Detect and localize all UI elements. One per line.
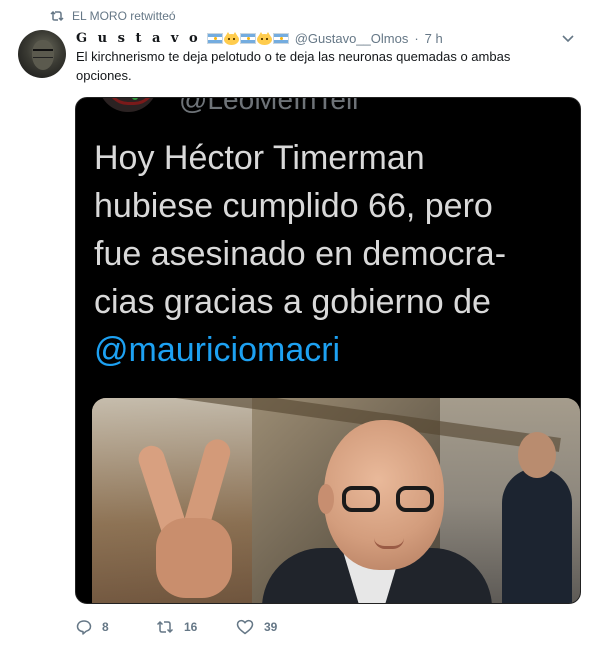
separator: ·	[414, 30, 419, 46]
tweet-timestamp[interactable]: 7 h	[425, 31, 443, 46]
retweet-button[interactable]: 16	[156, 620, 236, 634]
quote-line: cias gracias a gobierno de	[94, 283, 491, 321]
display-name[interactable]: G u s t a v o	[76, 31, 201, 46]
tweet-actions: 8 16 39	[76, 615, 277, 639]
name-emojis	[206, 31, 289, 45]
quote-line: Hoy Héctor Timerman	[94, 139, 425, 177]
quote-line: hubiese cumplido 66, pero	[94, 187, 493, 225]
embedded-handle: @LeoMeInTell	[179, 97, 359, 115]
reply-button[interactable]: 8	[76, 619, 156, 635]
tweet-media-image[interactable]: @LeoMeInTell Hoy Héctor Timerman hubiese…	[75, 97, 581, 604]
tweet[interactable]: EL MORO retwitteó G u s t a v o @Gustavo…	[0, 0, 592, 645]
flag-argentina-icon	[272, 32, 289, 44]
embedded-avatar	[98, 98, 158, 112]
heart-icon	[236, 619, 254, 635]
retweet-icon	[50, 10, 64, 22]
tweet-header: G u s t a v o @Gustavo__Olmos · 7 h	[76, 28, 552, 48]
retweeted-by-label[interactable]: EL MORO retwitteó	[72, 9, 176, 23]
more-options-button[interactable]	[560, 32, 576, 46]
like-count: 39	[264, 620, 278, 634]
embedded-quote-text: Hoy Héctor Timerman hubiese cumplido 66,…	[94, 134, 574, 374]
quote-mention: @mauriciomacri	[94, 331, 341, 369]
retweet-context: EL MORO retwitteó	[50, 7, 176, 25]
cat-face-icon	[223, 31, 239, 45]
user-avatar[interactable]	[18, 30, 66, 78]
like-button[interactable]: 39	[236, 619, 277, 635]
retweet-count: 16	[184, 620, 198, 634]
embedded-photo	[92, 398, 580, 603]
flag-argentina-icon	[239, 32, 256, 44]
reply-icon	[76, 619, 92, 635]
reply-count: 8	[102, 620, 109, 634]
cat-face-icon	[256, 31, 272, 45]
user-handle[interactable]: @Gustavo__Olmos	[295, 31, 409, 46]
retweet-icon	[156, 620, 174, 634]
chevron-down-icon	[562, 30, 574, 48]
quote-line: fue asesinado en democra-	[94, 235, 507, 273]
tweet-text: El kirchnerismo te deja pelotudo o te de…	[76, 49, 511, 83]
flag-argentina-icon	[206, 32, 223, 44]
